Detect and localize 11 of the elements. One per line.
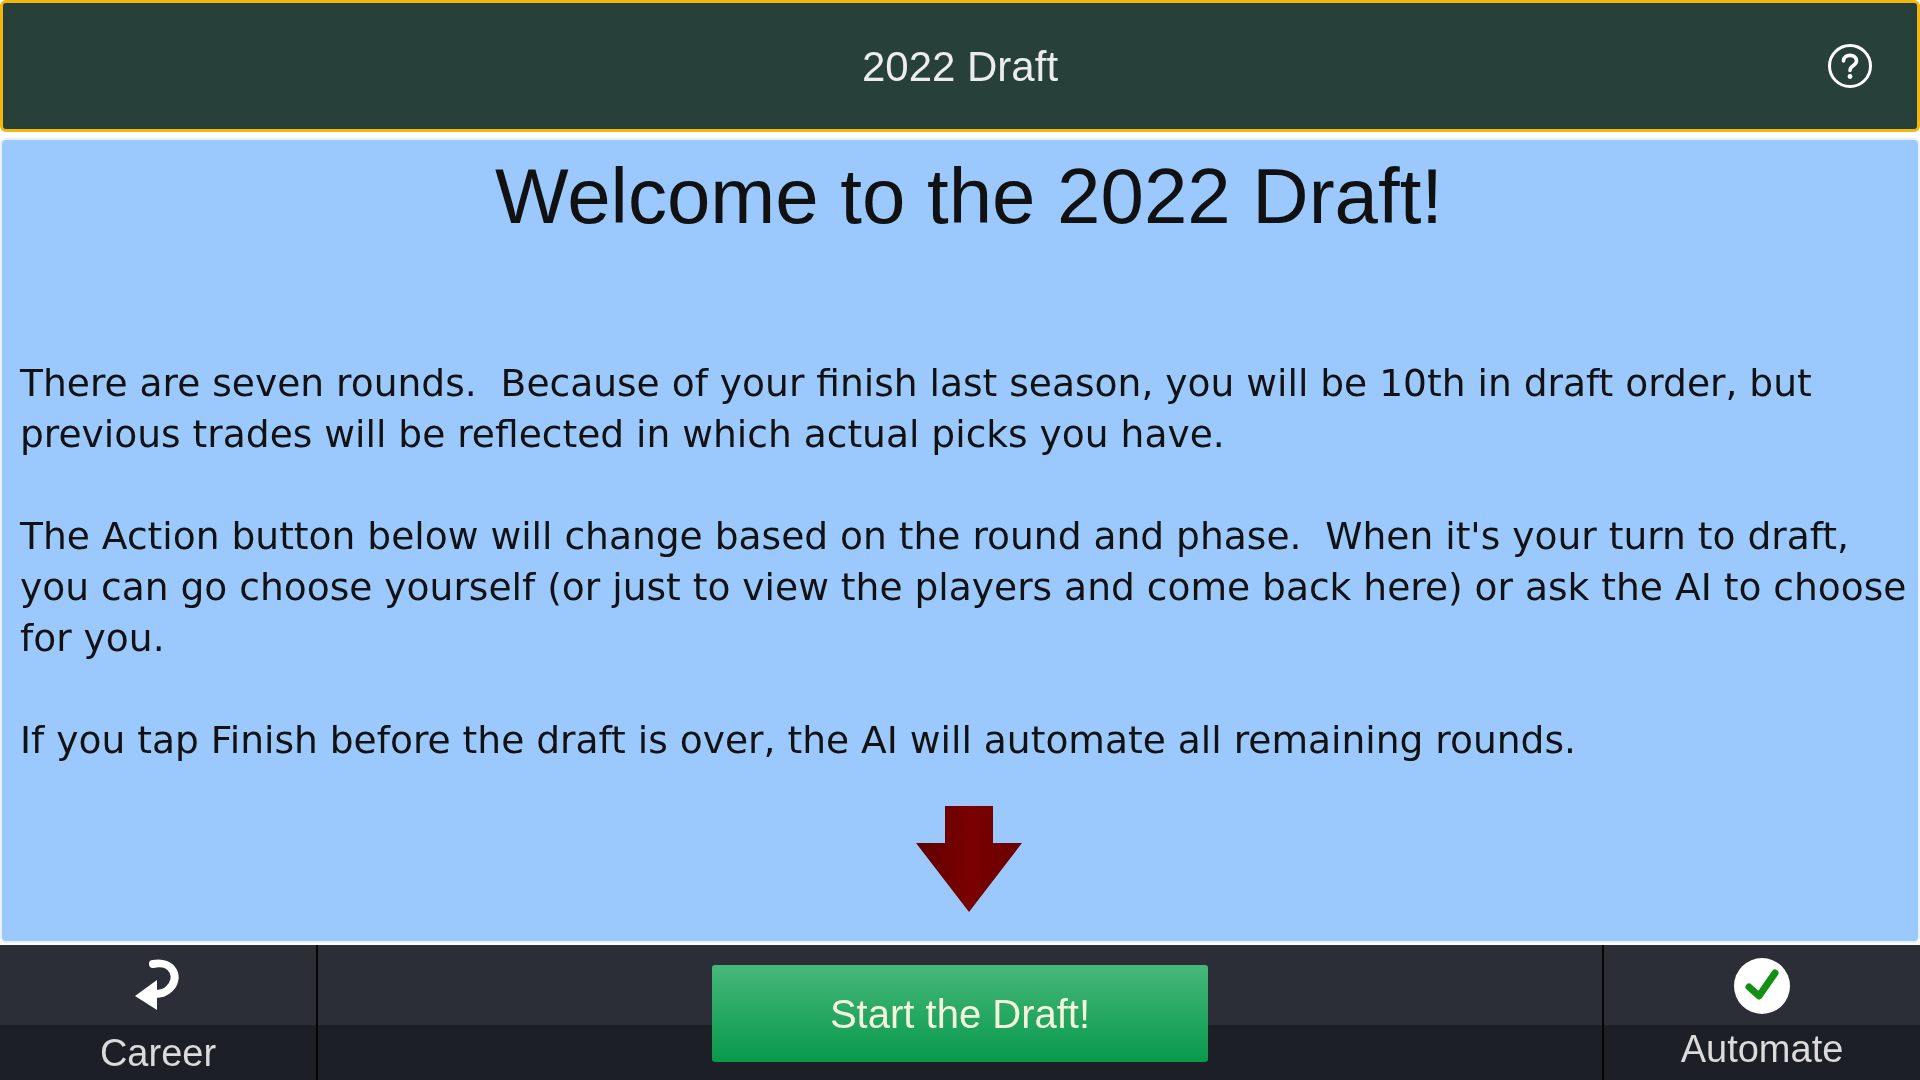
check-icon [1734,958,1790,1014]
info-paragraph: If you tap Finish before the draft is over, the AI will automate all remaining rounds. [20,717,1577,764]
welcome-heading: Welcome to the 2022 Draft! [494,151,1443,241]
down-arrow-icon [916,806,1022,912]
help-icon[interactable] [1827,43,1873,89]
curved-arrow-icon [135,958,181,1010]
info-paragraph: There are seven rounds. Because of your finish last season, you will be 10th in draft order, but previous trades will be reflected in which actual picks you have. [20,360,1813,458]
info-paragraph: The Action button below will change based on the round and phase. When it's your turn to draft, you can go choose yourself (or just to view the players and come back here) or ask the AI to choose for you. [20,513,1908,662]
automate-button[interactable]: Automate [1602,945,1920,1080]
career-button[interactable]: Career [0,945,318,1080]
screen-title: 2022 Draft [861,41,1059,92]
